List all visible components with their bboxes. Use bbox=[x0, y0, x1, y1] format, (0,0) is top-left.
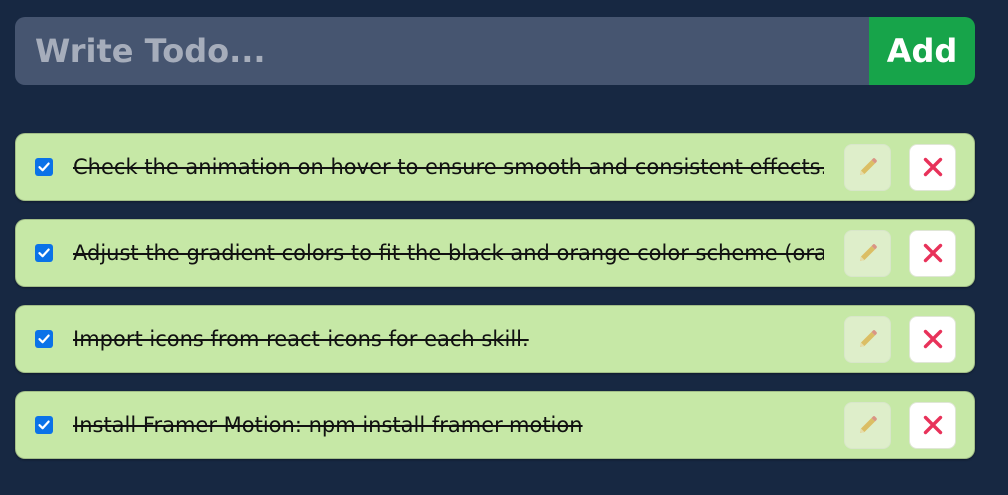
todo-text: Import icons from react-icons for each s… bbox=[73, 327, 529, 351]
edit-button[interactable] bbox=[844, 401, 891, 449]
todo-item: Check the animation on hover to ensure s… bbox=[15, 133, 975, 201]
todo-text: Adjust the gradient colors to fit the bl… bbox=[73, 241, 824, 265]
delete-button[interactable] bbox=[909, 229, 956, 277]
edit-button[interactable] bbox=[844, 229, 891, 277]
todo-app: Add Check the animation on hover to ensu… bbox=[15, 17, 975, 459]
x-icon bbox=[923, 157, 942, 177]
checkbox-checked-icon[interactable] bbox=[35, 330, 53, 348]
delete-button[interactable] bbox=[909, 315, 956, 363]
checkbox-checked-icon[interactable] bbox=[35, 158, 53, 176]
edit-button[interactable] bbox=[844, 143, 891, 191]
x-icon bbox=[923, 243, 942, 263]
todo-item: Adjust the gradient colors to fit the bl… bbox=[15, 219, 975, 287]
todo-item: Import icons from react-icons for each s… bbox=[15, 305, 975, 373]
x-icon bbox=[923, 329, 942, 349]
pencil-icon bbox=[859, 244, 877, 261]
checkbox-checked-icon[interactable] bbox=[35, 244, 53, 262]
edit-button[interactable] bbox=[844, 315, 891, 363]
todo-item: Install Framer Motion: npm install frame… bbox=[15, 391, 975, 459]
checkbox-checked-icon[interactable] bbox=[35, 416, 53, 434]
pencil-icon bbox=[859, 158, 877, 175]
pencil-icon bbox=[859, 416, 877, 433]
add-todo-form: Add bbox=[15, 17, 975, 85]
delete-button[interactable] bbox=[909, 401, 956, 449]
delete-button[interactable] bbox=[909, 143, 956, 191]
x-icon bbox=[923, 415, 942, 435]
todo-input[interactable] bbox=[15, 17, 869, 85]
todo-text: Install Framer Motion: npm install frame… bbox=[73, 413, 583, 437]
pencil-icon bbox=[859, 330, 877, 347]
todo-list: Check the animation on hover to ensure s… bbox=[15, 133, 975, 459]
add-button[interactable]: Add bbox=[869, 17, 975, 85]
todo-text: Check the animation on hover to ensure s… bbox=[73, 155, 824, 179]
